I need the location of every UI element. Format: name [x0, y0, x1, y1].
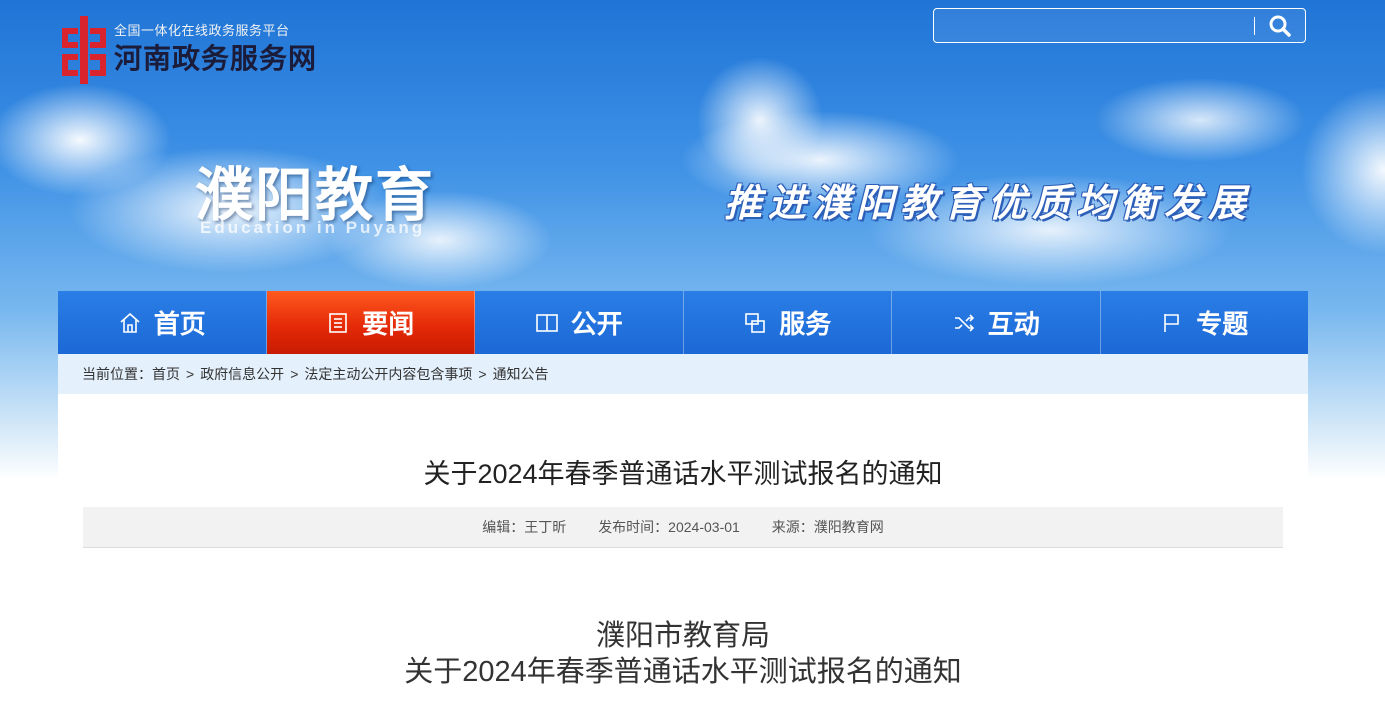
breadcrumb-separator: > — [290, 366, 299, 382]
breadcrumb-item-gov-info[interactable]: 政府信息公开 — [200, 366, 284, 382]
henan-gov-logo[interactable]: 全国一体化在线政务服务平台 河南政务服务网 — [60, 14, 317, 86]
document-title: 关于2024年春季普通话水平测试报名的通知 — [404, 656, 962, 688]
shuffle-icon — [954, 313, 974, 332]
nav-item-label: 首页 — [153, 310, 206, 340]
site-title-en: Education in Puyang — [200, 218, 426, 237]
article-meta: 编辑：王丁昕 发布时间：2024-03-01 来源：濮阳教育网 — [83, 507, 1283, 548]
home-icon — [120, 312, 140, 333]
search-divider — [1254, 17, 1255, 35]
nav-item-label: 专题 — [1196, 310, 1249, 340]
breadcrumb-item-notices[interactable]: 通知公告 — [493, 366, 549, 382]
logo-title: 河南政务服务网 — [114, 42, 318, 75]
search-input[interactable] — [942, 13, 1256, 41]
search-box — [933, 8, 1306, 43]
nav-item-interact[interactable]: 互动 — [892, 291, 1101, 354]
main-nav: 首页 要闻 公开 服务 互动 专题 — [58, 291, 1308, 354]
breadcrumb-prefix: 当前位置： — [82, 366, 152, 382]
search-icon — [1269, 15, 1291, 37]
nav-item-home[interactable]: 首页 — [58, 291, 267, 354]
article-publish-time: 发布时间：2024-03-01 — [598, 519, 740, 535]
nav-item-open[interactable]: 公开 — [475, 291, 684, 354]
article-container: 关于2024年春季普通话水平测试报名的通知 编辑：王丁昕 发布时间：2024-0… — [58, 394, 1308, 712]
nav-item-label: 互动 — [987, 310, 1040, 340]
breadcrumb-item-statutory[interactable]: 法定主动公开内容包含事项 — [304, 366, 472, 382]
article-title: 关于2024年春季普通话水平测试报名的通知 — [423, 459, 943, 489]
nav-item-service[interactable]: 服务 — [683, 291, 892, 354]
breadcrumb-item-home[interactable]: 首页 — [152, 366, 180, 382]
breadcrumb-separator: > — [478, 366, 487, 382]
nav-item-label: 公开 — [570, 310, 623, 340]
article-source: 来源：濮阳教育网 — [771, 519, 884, 535]
nav-item-label: 服务 — [779, 310, 832, 340]
book-icon — [535, 313, 558, 332]
search-button[interactable] — [1260, 12, 1300, 40]
nav-item-topic[interactable]: 专题 — [1100, 291, 1308, 354]
breadcrumb-separator: > — [186, 366, 195, 382]
news-icon — [329, 312, 348, 333]
logo-subtitle: 全国一体化在线政务服务平台 — [114, 24, 290, 39]
flag-icon — [1164, 313, 1180, 332]
article-editor: 编辑：王丁昕 — [482, 519, 567, 535]
henan-gov-logo-icon — [62, 16, 106, 84]
nav-item-label: 要闻 — [362, 310, 415, 340]
slogan: 推进濮阳教育优质均衡发展 — [724, 180, 1253, 225]
breadcrumb: 当前位置：首页 > 政府信息公开 > 法定主动公开内容包含事项 > 通知公告 — [58, 354, 1308, 394]
service-icon — [745, 312, 766, 333]
nav-item-news[interactable]: 要闻 — [266, 291, 475, 354]
